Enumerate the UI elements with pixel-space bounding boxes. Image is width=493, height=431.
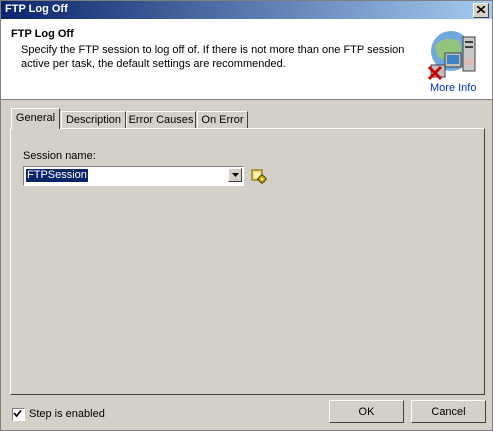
session-name-value[interactable]: FTPSession <box>26 169 88 182</box>
header-description-line-1: Specify the FTP session to log off of. I… <box>21 44 405 56</box>
close-button[interactable] <box>473 3 489 18</box>
tab-on-error-label: On Error <box>201 114 244 126</box>
dialog-window: FTP Log Off FTP Log Off Specify the FTP … <box>0 0 493 431</box>
close-icon <box>477 6 485 13</box>
header-description: Specify the FTP session to log off of. I… <box>21 43 421 71</box>
header-title: FTP Log Off <box>11 28 74 40</box>
cancel-button-label: Cancel <box>431 406 466 418</box>
dropdown-arrow-button[interactable] <box>228 168 242 182</box>
header-panel: FTP Log Off Specify the FTP session to l… <box>1 19 492 100</box>
tab-description-label: Description <box>65 114 122 126</box>
ok-button[interactable]: OK <box>329 400 404 423</box>
tab-error-causes-label: Error Causes <box>128 114 194 126</box>
more-info-link[interactable]: More Info <box>430 82 476 94</box>
dialog-footer: Step is enabled OK Cancel <box>1 396 492 430</box>
title-bar[interactable]: FTP Log Off <box>1 1 492 19</box>
session-name-label: Session name: <box>23 150 96 162</box>
tab-on-error[interactable]: On Error <box>197 111 248 128</box>
session-lookup-icon[interactable] <box>250 167 268 185</box>
window-title: FTP Log Off <box>5 3 68 15</box>
general-tab-panel: Session name: FTPSession <box>10 128 485 395</box>
dialog-body: General Description Error Causes On Erro… <box>1 100 492 396</box>
tab-description[interactable]: Description <box>61 111 126 128</box>
step-enabled-label[interactable]: Step is enabled <box>29 408 105 420</box>
tab-error-causes[interactable]: Error Causes <box>126 111 196 128</box>
chevron-down-icon <box>232 173 239 177</box>
ok-button-label: OK <box>358 406 375 418</box>
checkmark-icon <box>13 409 22 418</box>
cancel-button[interactable]: Cancel <box>411 400 486 423</box>
header-description-line-2: active per task, the default settings ar… <box>21 58 286 70</box>
tab-general[interactable]: General <box>11 108 60 129</box>
session-name-dropdown[interactable]: FTPSession <box>23 166 244 186</box>
tab-general-label: General <box>15 112 56 124</box>
step-enabled-checkbox[interactable] <box>12 408 25 421</box>
